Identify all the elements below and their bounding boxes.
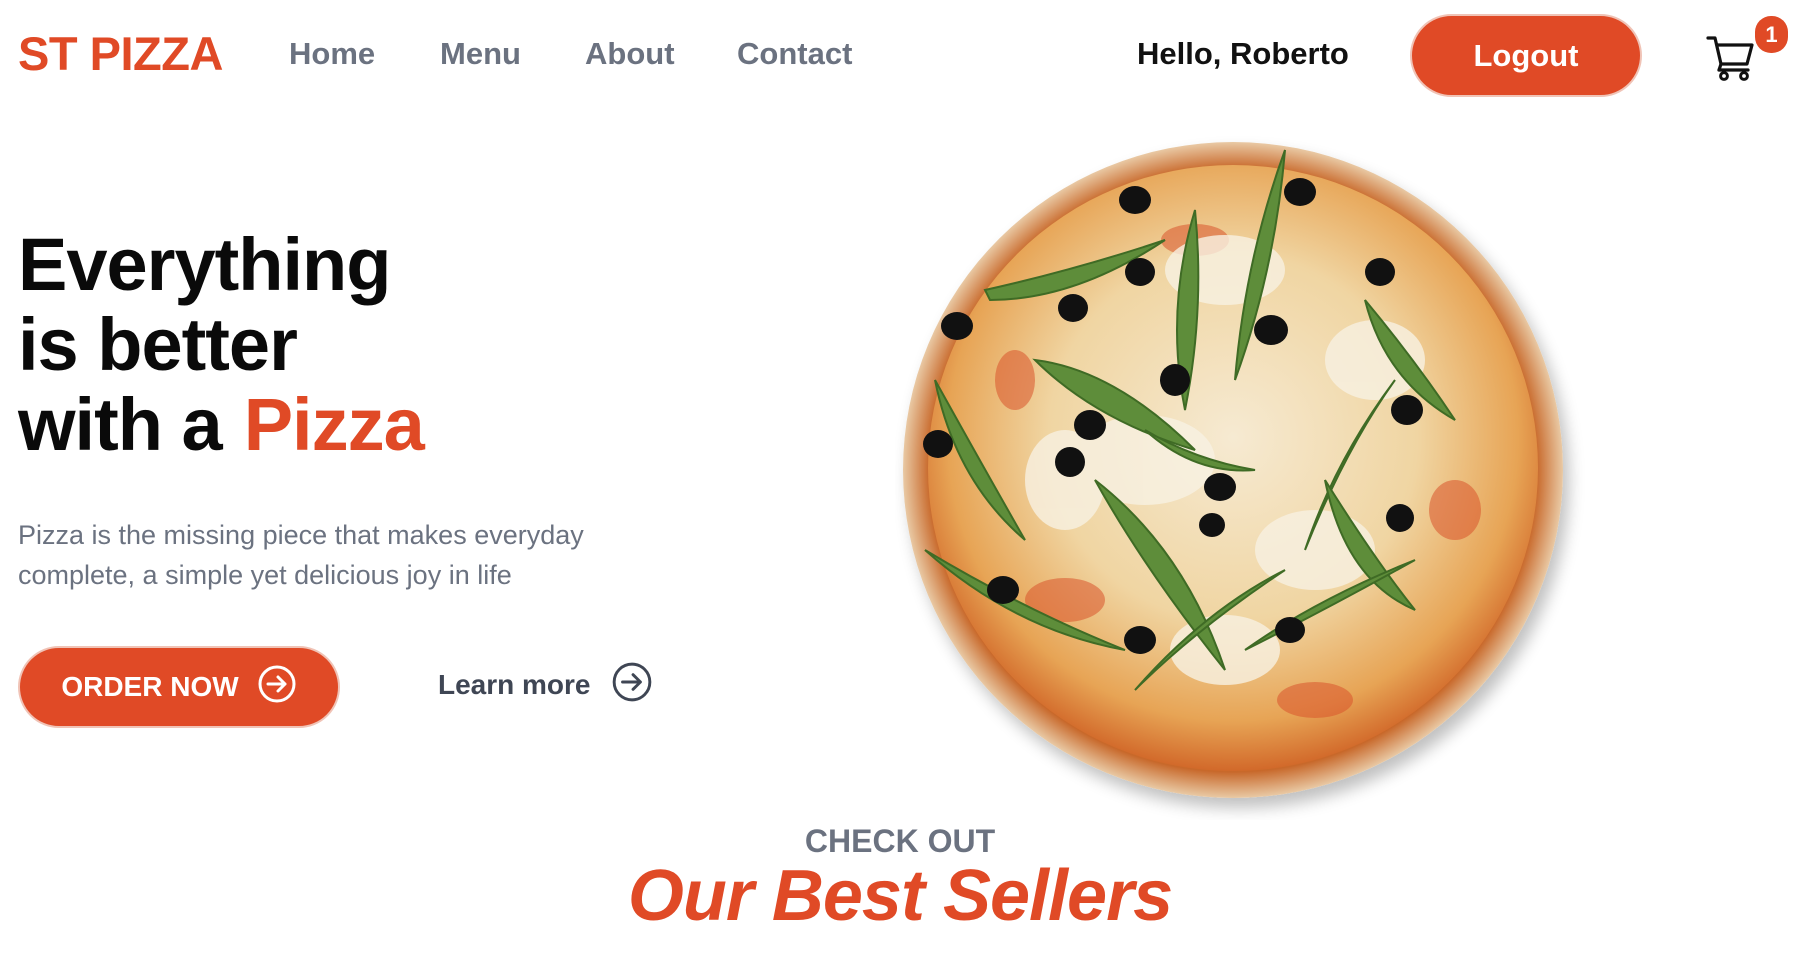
nav-about[interactable]: About	[585, 36, 675, 72]
order-now-label: ORDER NOW	[61, 671, 239, 702]
arrow-right-circle-icon	[257, 664, 297, 711]
best-sellers-title: Our Best Sellers	[627, 856, 1173, 936]
hero-subtitle: Pizza is the missing piece that makes ev…	[18, 520, 584, 590]
nav-menu[interactable]: Menu	[440, 36, 521, 72]
logo[interactable]: ST PIZZA	[18, 26, 223, 81]
user-greeting: Hello, Roberto	[1137, 36, 1349, 71]
pizza-image	[895, 130, 1585, 820]
hero-heading-line-1: Everything	[18, 223, 391, 306]
hero-heading-line-3-text: with a	[18, 383, 223, 466]
cart-count-badge: 1	[1755, 16, 1788, 53]
hero-heading: Everything is better with a Pizza	[18, 223, 425, 466]
hero-heading-line-3: with a Pizza	[18, 383, 425, 466]
arrow-right-circle-icon	[611, 661, 653, 710]
learn-more-label: Learn more	[438, 669, 591, 700]
hero-heading-accent: Pizza	[243, 383, 425, 466]
shopping-cart-icon[interactable]	[1705, 30, 1757, 82]
page: ST PIZZA Home Menu About Contact Hello, …	[0, 0, 1800, 968]
logout-button[interactable]: Logout	[1410, 14, 1642, 97]
learn-more-link[interactable]: Learn more	[438, 660, 653, 710]
nav-contact[interactable]: Contact	[737, 36, 852, 72]
nav-home[interactable]: Home	[289, 36, 375, 72]
site-header: ST PIZZA Home Menu About Contact Hello, …	[0, 0, 1800, 115]
hero-heading-line-2: is better	[18, 303, 298, 386]
order-now-button[interactable]: ORDER NOW	[18, 646, 340, 728]
